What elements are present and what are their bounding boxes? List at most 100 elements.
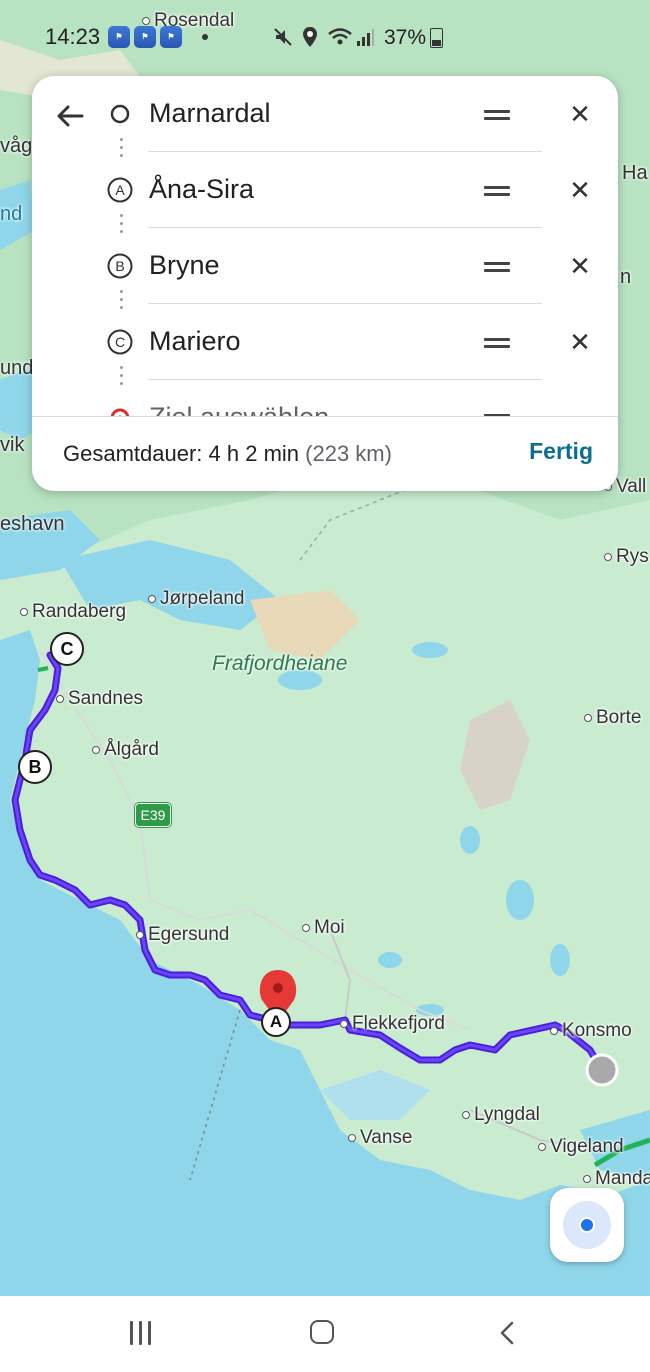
recent-apps-icon[interactable] [128, 1321, 154, 1345]
place-dot-icon [550, 1026, 558, 1035]
place-dot-icon [340, 1019, 348, 1028]
place-dot-icon [56, 694, 64, 703]
home-icon[interactable] [310, 1320, 334, 1344]
stop-input-a[interactable]: Åna-Sira [149, 174, 254, 205]
place-borte[interactable]: Borte [584, 707, 641, 729]
system-nav-bar [0, 1296, 650, 1372]
app-badge-icon: ⚑ [108, 26, 130, 48]
place-rys[interactable]: Rys [604, 546, 649, 568]
app-badge-icon: ⚑ [134, 26, 156, 48]
place-label: Rys [616, 546, 649, 567]
remove-stop-icon[interactable]: ✕ [566, 176, 594, 204]
battery-icon [430, 28, 443, 48]
status-time: 14:23 [45, 24, 101, 49]
drag-handle-icon[interactable] [484, 332, 512, 352]
place-label: Lyngdal [474, 1104, 540, 1125]
road-shield-e39: E39 [135, 803, 171, 827]
waypoint-b-icon: B [107, 253, 133, 279]
destination-pin-icon [110, 408, 130, 416]
done-button[interactable]: Fertig [529, 438, 593, 465]
remove-stop-icon[interactable]: ✕ [566, 252, 594, 280]
place-konsmo[interactable]: Konsmo [550, 1020, 632, 1042]
place-moi[interactable]: Moi [302, 917, 345, 939]
place-dot-icon [584, 713, 592, 722]
place-jorpeland[interactable]: Jørpeland [148, 588, 245, 610]
place-label: Flekkefjord [352, 1013, 445, 1034]
stop-input-c[interactable]: Mariero [149, 326, 241, 357]
signal-icon [357, 29, 374, 46]
more-notifications-icon [202, 34, 208, 40]
mute-icon [274, 28, 292, 46]
location-icon [303, 27, 317, 47]
place-algard[interactable]: Ålgård [92, 739, 159, 761]
place-label: Randaberg [32, 601, 127, 622]
stop-input-origin[interactable]: Marnardal [149, 98, 271, 129]
place-dot-icon [348, 1133, 356, 1142]
place-dot-icon [538, 1142, 546, 1151]
total-duration-text: Gesamtdauer: 4 h 2 min (223 km) [63, 441, 392, 467]
waypoint-c-icon: C [107, 329, 133, 355]
route-planner-card: Marnardal ✕ A Åna-Sira ✕ B Bryne ✕ C Mar… [32, 76, 618, 491]
place-label: Vigeland [550, 1136, 624, 1157]
total-duration: 4 h 2 min [208, 441, 300, 466]
status-bar: 14:23 ⚑ ⚑ ⚑ 37% [0, 0, 650, 70]
place-label: Moi [314, 917, 345, 938]
edge-label: eshavn [0, 513, 65, 535]
drag-handle-icon[interactable] [484, 104, 512, 124]
waypoint-marker-b-label: B [28, 757, 42, 777]
wifi-icon [328, 28, 352, 45]
road-shield-label: E39 [140, 807, 166, 823]
waypoint-marker-c[interactable]: C [50, 632, 84, 666]
remove-stop-icon[interactable]: ✕ [566, 328, 594, 356]
place-mandal[interactable]: Manda [583, 1168, 650, 1190]
place-label: Egersund [148, 924, 230, 945]
place-vigeland[interactable]: Vigeland [538, 1136, 624, 1158]
waypoint-c-letter: C [115, 334, 125, 350]
total-label: Gesamtdauer: [63, 441, 203, 466]
place-label: Vall [616, 476, 647, 497]
edge-label: Ha [622, 162, 648, 184]
drag-handle-icon[interactable] [484, 408, 512, 416]
route-start-marker[interactable] [585, 1053, 619, 1087]
place-egersund[interactable]: Egersund [136, 924, 229, 946]
place-label: Borte [596, 707, 642, 728]
total-distance: (223 km) [305, 441, 392, 466]
my-location-button[interactable] [550, 1188, 624, 1262]
place-label: Konsmo [562, 1020, 632, 1041]
place-sandnes[interactable]: Sandnes [56, 688, 143, 710]
place-label: Sandnes [68, 688, 144, 709]
place-dot-icon [92, 745, 100, 754]
drag-handle-icon[interactable] [484, 180, 512, 200]
waypoint-marker-a-label: A [269, 1012, 283, 1031]
destination-input[interactable]: Ziel auswählen [149, 402, 329, 416]
place-dot-icon [20, 607, 28, 616]
battery-percent: 37% [384, 26, 427, 49]
place-label: Ålgård [104, 739, 159, 760]
back-arrow-icon[interactable] [52, 98, 88, 134]
my-location-icon [579, 1217, 595, 1233]
origin-circle-icon [110, 104, 130, 124]
drag-handle-icon[interactable] [484, 256, 512, 276]
place-lyngdal[interactable]: Lyngdal [462, 1104, 540, 1126]
stop-input-b[interactable]: Bryne [149, 250, 220, 281]
place-dot-icon [462, 1110, 470, 1119]
place-randaberg[interactable]: Randaberg [20, 601, 126, 623]
waypoint-a-letter: A [115, 182, 125, 198]
region-label: Frafjordheiane [212, 652, 348, 675]
waypoint-marker-b[interactable]: B [18, 750, 52, 784]
back-nav-icon[interactable] [495, 1320, 519, 1346]
edge-label: nd [0, 203, 23, 225]
remove-stop-icon[interactable]: ✕ [566, 100, 594, 128]
place-flekkefjord[interactable]: Flekkefjord [340, 1013, 445, 1035]
stop-row-destination[interactable]: Ziel auswählen [32, 380, 618, 416]
waypoint-marker-a[interactable]: A [261, 1007, 291, 1037]
waypoint-b-letter: B [115, 258, 124, 274]
edge-label: und [0, 357, 34, 379]
place-label: Manda [595, 1168, 650, 1189]
place-dot-icon [148, 594, 156, 603]
place-vanse[interactable]: Vanse [348, 1127, 412, 1149]
stops-list[interactable]: Marnardal ✕ A Åna-Sira ✕ B Bryne ✕ C Mar… [32, 76, 618, 416]
edge-label: vik [0, 434, 25, 456]
place-dot-icon [604, 552, 612, 561]
place-label: Vanse [360, 1127, 413, 1148]
